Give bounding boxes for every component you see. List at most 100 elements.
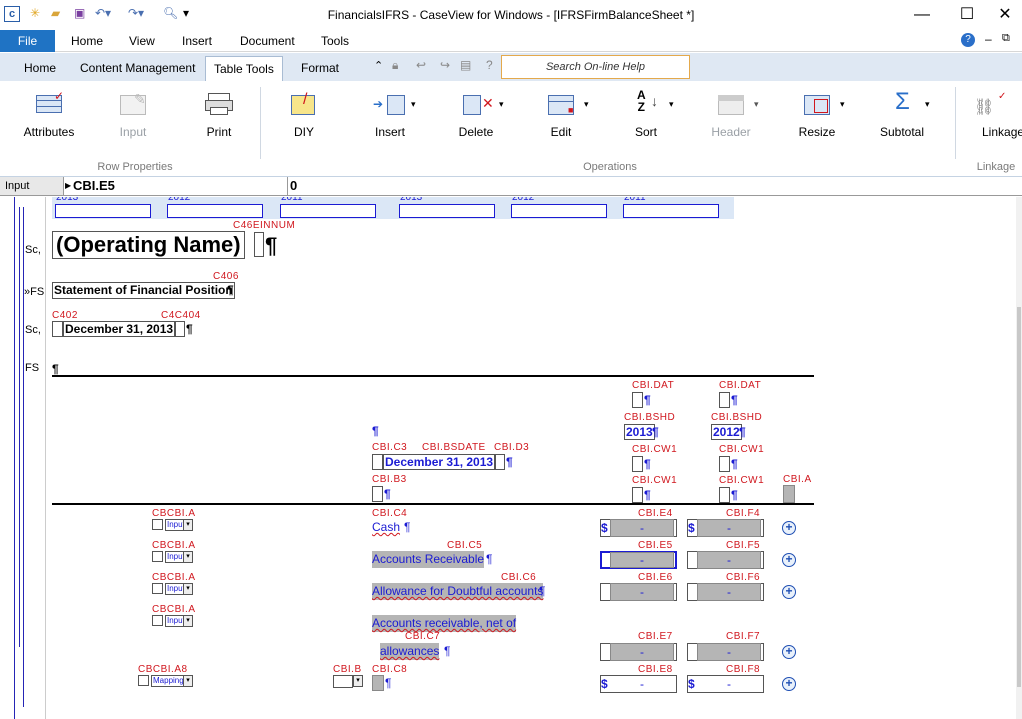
bshd-year-field-2[interactable]: 2012	[711, 424, 742, 440]
cell-value-input[interactable]: 0	[290, 178, 297, 193]
bshd-year-field-1[interactable]: 2013	[624, 424, 655, 440]
year-field-3[interactable]	[280, 204, 376, 218]
operating-name-field[interactable]: (Operating Name)	[52, 231, 245, 259]
row5-e-value: -	[640, 677, 644, 691]
d3-field[interactable]	[495, 454, 505, 470]
input-button[interactable]: ✎ Input	[99, 89, 167, 145]
help-question-icon[interactable]: ?	[486, 58, 493, 72]
row5-e-field[interactable]	[600, 675, 677, 693]
cell-dropdown-icon[interactable]: ▶	[65, 181, 71, 190]
dat-field-2[interactable]	[719, 392, 730, 408]
row4-add-icon[interactable]: +	[782, 645, 796, 659]
document-area: Sc, »FS Sc, FS 2013 2012 2011 2013 2012 …	[0, 197, 1022, 719]
minimize-button[interactable]: —	[907, 4, 937, 26]
row1-add-icon[interactable]: +	[782, 521, 796, 535]
pilcrow-4: ¶	[52, 362, 59, 376]
attributes-button[interactable]: ✓ Attributes	[15, 89, 83, 145]
delete-button[interactable]: ✕ ▾ Delete	[442, 89, 510, 145]
row3-label[interactable]: Allowance for Doubtful accounts	[372, 583, 544, 600]
cell-reference[interactable]: CBI.E5	[73, 178, 115, 193]
a-right-field[interactable]	[783, 485, 795, 503]
year-field-1[interactable]	[55, 204, 151, 218]
scrollbar-thumb[interactable]	[1017, 307, 1021, 687]
search-online-help-input[interactable]: Search On-line Help	[501, 55, 690, 79]
edit-button[interactable]: ■ ▾ Edit	[527, 89, 595, 145]
menu-tools[interactable]: Tools	[321, 34, 349, 48]
date-field[interactable]: December 31, 2013	[63, 321, 176, 337]
row4-label-line2[interactable]: allowances	[380, 643, 440, 660]
row2-add-icon[interactable]: +	[782, 553, 796, 567]
row2-label[interactable]: Accounts Receivable	[372, 551, 485, 568]
doc-restore-icon[interactable]: ⧉	[1002, 32, 1010, 45]
row5-mapping-select[interactable]: Mapping	[151, 675, 186, 687]
dat-field-1[interactable]	[632, 392, 643, 408]
row1-label[interactable]: Cash	[372, 520, 400, 534]
row5-dropdown[interactable]: ▾	[183, 675, 193, 687]
tab-home[interactable]: Home	[16, 56, 64, 81]
file-menu[interactable]: File	[0, 30, 55, 52]
lock-icon[interactable]: 🔒︎	[392, 58, 398, 73]
help-icon[interactable]: ?	[961, 33, 975, 47]
pilcrow-d3: ¶	[506, 455, 513, 469]
row1-checkbox[interactable]	[152, 519, 163, 530]
forward-arrow-icon[interactable]: ↪	[440, 58, 450, 72]
table-header-rule	[52, 503, 814, 505]
row5-f-field[interactable]	[687, 675, 764, 693]
subtotal-button[interactable]: Σ ▾ Subtotal	[868, 89, 936, 145]
tab-format[interactable]: Format	[293, 56, 347, 81]
print-button[interactable]: Print	[185, 89, 253, 145]
row2-f-code: CBI.F5	[726, 540, 761, 551]
row4-dropdown[interactable]: ▾	[183, 615, 193, 627]
pilcrow-bshd-1: ¶	[652, 425, 659, 439]
tab-content-management[interactable]: Content Management	[72, 56, 203, 81]
back-arrow-icon[interactable]: ↩	[416, 58, 426, 72]
tab-table-tools[interactable]: Table Tools	[205, 56, 283, 81]
linkage-button[interactable]: ⛓ ✓ ▾ Linkage	[966, 89, 1022, 145]
insert-button[interactable]: ➔ ▾ Insert	[356, 89, 424, 145]
cw1-field-4[interactable]	[719, 487, 730, 503]
menu-document[interactable]: Document	[240, 34, 295, 48]
menu-view[interactable]: View	[129, 34, 155, 48]
year-field-6[interactable]	[623, 204, 719, 218]
window-icon[interactable]: ▤	[460, 58, 471, 72]
date-aux-field[interactable]	[52, 321, 63, 337]
date-aux-field-2[interactable]	[175, 321, 185, 337]
row3-dropdown[interactable]: ▾	[183, 583, 193, 595]
bsdate-field[interactable]: December 31, 2013	[383, 454, 496, 470]
menu-home[interactable]: Home	[71, 34, 103, 48]
row1-f-dollar: $	[688, 521, 695, 535]
doc-minimize-icon[interactable]: –	[985, 32, 992, 46]
row2-dropdown[interactable]: ▾	[183, 551, 193, 563]
sofp-title-field[interactable]: Statement of Financial Position	[52, 282, 235, 299]
row5-c-field[interactable]	[372, 675, 384, 691]
cw1-field-1[interactable]	[632, 456, 643, 472]
row3-pilcrow: ¶	[539, 584, 546, 598]
sort-button[interactable]: AZ ↓ ▾ Sort	[612, 89, 680, 145]
resize-button[interactable]: ▾ Resize	[783, 89, 851, 145]
row5-add-icon[interactable]: +	[782, 677, 796, 691]
row5-b-field[interactable]	[333, 675, 353, 688]
year-field-5[interactable]	[511, 204, 607, 218]
collapse-ribbon-icon[interactable]: ⌃	[374, 59, 383, 72]
row5-b-dropdown[interactable]: ▾	[353, 675, 363, 687]
row4-label-line1[interactable]: Accounts receivable, net of	[372, 615, 517, 632]
c3-field[interactable]	[372, 454, 383, 470]
row3-checkbox[interactable]	[152, 583, 163, 594]
close-button[interactable]: ✕	[990, 4, 1020, 26]
diy-button[interactable]: / DIY	[270, 89, 338, 145]
row1-dropdown[interactable]: ▾	[183, 519, 193, 531]
row4-checkbox[interactable]	[152, 615, 163, 626]
row2-checkbox[interactable]	[152, 551, 163, 562]
year-2013-b: 2013	[400, 197, 423, 203]
row5-checkbox[interactable]	[138, 675, 149, 686]
operating-name-aux-field[interactable]	[254, 232, 264, 257]
year-field-4[interactable]	[399, 204, 495, 218]
cw1-field-3[interactable]	[632, 487, 643, 503]
year-field-2[interactable]	[167, 204, 263, 218]
menu-insert[interactable]: Insert	[182, 34, 212, 48]
header-button[interactable]: ▾ Header	[697, 89, 765, 145]
cw1-field-2[interactable]	[719, 456, 730, 472]
b3-field[interactable]	[372, 486, 383, 502]
row3-add-icon[interactable]: +	[782, 585, 796, 599]
maximize-button[interactable]: ☐	[952, 4, 982, 26]
